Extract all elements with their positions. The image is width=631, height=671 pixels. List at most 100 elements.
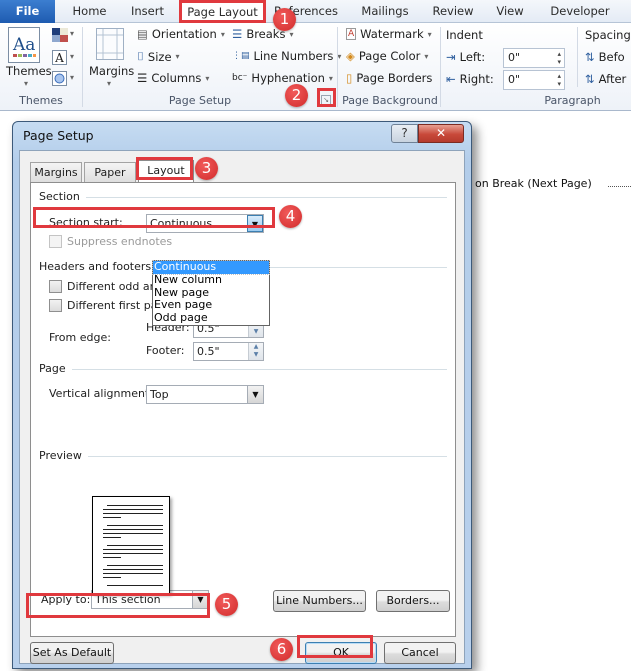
dialog-tab-paper[interactable]: Paper bbox=[84, 162, 136, 183]
spacing-before-label: ⇅ Befo bbox=[585, 50, 625, 64]
chevron-down-icon: ▾ bbox=[70, 29, 75, 38]
preview-line bbox=[103, 513, 163, 514]
dialog-title: Page Setup bbox=[23, 128, 94, 143]
preview-line bbox=[107, 545, 163, 546]
step-badge-6: 6 bbox=[270, 638, 293, 661]
tab-review[interactable]: Review bbox=[428, 0, 478, 23]
preview-line bbox=[103, 517, 121, 518]
annotation-box-5 bbox=[26, 593, 210, 618]
group-separator bbox=[337, 27, 338, 107]
line-numbers-icon: ⋮▤ bbox=[232, 51, 250, 61]
borders-button[interactable]: Borders... bbox=[376, 590, 450, 612]
theme-colors-icon[interactable] bbox=[52, 28, 68, 42]
tab-file[interactable]: File bbox=[0, 0, 55, 23]
indent-left-label: ⇥ Left: bbox=[446, 50, 486, 64]
annotation-box-2 bbox=[317, 88, 336, 107]
chevron-down-icon: ▾ bbox=[427, 29, 432, 39]
chevron-down-icon: ▾ bbox=[205, 73, 210, 83]
different-odd-even-checkbox[interactable] bbox=[49, 280, 62, 293]
preview-line bbox=[103, 577, 121, 578]
spacing-before-icon: ⇅ bbox=[585, 50, 595, 64]
footer-distance-label: Footer: bbox=[146, 344, 185, 357]
group-label-page-setup: Page Setup bbox=[168, 94, 232, 107]
close-button[interactable]: ✕ bbox=[418, 124, 464, 143]
svg-text:Aa: Aa bbox=[12, 35, 35, 55]
tab-home[interactable]: Home bbox=[62, 0, 117, 23]
cancel-button[interactable]: Cancel bbox=[384, 642, 456, 664]
orientation-button[interactable]: ▤ Orientation ▾ bbox=[137, 27, 225, 41]
tab-mailings[interactable]: Mailings bbox=[355, 0, 415, 23]
step-badge-4: 4 bbox=[279, 205, 302, 228]
set-as-default-button[interactable]: Set As Default bbox=[30, 642, 114, 664]
annotation-box-1 bbox=[179, 0, 266, 23]
preview-header: Preview bbox=[39, 449, 88, 462]
columns-button[interactable]: ☰ Columns ▾ bbox=[137, 71, 209, 85]
indent-right-input[interactable]: 0" ▴ ▾ bbox=[503, 70, 565, 90]
vertical-alignment-select[interactable]: Top ▼ bbox=[146, 385, 264, 404]
step-badge-3: 3 bbox=[195, 157, 218, 180]
preview-line bbox=[107, 585, 163, 586]
margins-icon[interactable] bbox=[96, 28, 124, 60]
themes-button[interactable]: Aa bbox=[8, 27, 40, 63]
size-button[interactable]: ⌷ Size ▾ bbox=[137, 49, 180, 64]
chevron-down-icon: ▾ bbox=[220, 29, 225, 39]
hyphenation-icon: bc⁻ bbox=[232, 73, 248, 83]
annotation-box-4 bbox=[33, 207, 275, 228]
footer-distance-input[interactable]: 0.5" ▲ ▼ bbox=[193, 342, 264, 361]
help-button[interactable]: ? bbox=[391, 124, 418, 143]
page-color-button[interactable]: ◈ Page Color ▾ bbox=[346, 49, 428, 63]
chevron-down-icon: ▾ bbox=[424, 51, 429, 61]
spacing-after-icon: ⇅ bbox=[585, 72, 595, 86]
section-header: Section bbox=[39, 190, 86, 203]
ribbon-tab-bar: File Home Insert Page Layout References … bbox=[0, 0, 631, 24]
dropdown-option-continuous[interactable]: Continuous bbox=[152, 260, 270, 275]
indent-right-label: ⇤ Right: bbox=[446, 72, 494, 86]
headers-footers-header: Headers and footers bbox=[39, 260, 158, 273]
themes-label[interactable]: Themes bbox=[6, 64, 52, 78]
page-borders-button[interactable]: ▯ Page Borders bbox=[346, 71, 432, 85]
margins-button[interactable]: Margins bbox=[89, 64, 134, 78]
help-icon: ? bbox=[401, 126, 408, 140]
chevron-down-icon: ▾ bbox=[328, 73, 333, 83]
line-numbers-button[interactable]: ⋮▤ Line Numbers ▾ bbox=[232, 49, 341, 63]
preview-line bbox=[103, 569, 163, 570]
themes-icon: Aa bbox=[12, 35, 36, 57]
annotation-box-6 bbox=[297, 635, 373, 658]
tab-insert[interactable]: Insert bbox=[120, 0, 175, 23]
divider bbox=[39, 369, 447, 370]
dropdown-option-odd-page[interactable]: Odd page bbox=[153, 311, 269, 325]
preview-line bbox=[103, 529, 163, 530]
line-numbers-dialog-button[interactable]: Line Numbers... bbox=[273, 590, 366, 612]
chevron-down-icon: ▾ bbox=[24, 79, 29, 88]
preview-line bbox=[103, 533, 163, 534]
annotation-box-3 bbox=[136, 157, 193, 180]
tab-view[interactable]: View bbox=[490, 0, 530, 23]
page-color-icon: ◈ bbox=[346, 49, 355, 63]
dialog-tab-margins[interactable]: Margins bbox=[30, 162, 82, 183]
section-break-marker: on Break (Next Page) bbox=[475, 177, 592, 190]
different-first-page-checkbox[interactable] bbox=[49, 299, 62, 312]
tab-developer[interactable]: Developer bbox=[545, 0, 615, 23]
theme-effects-icon[interactable] bbox=[52, 71, 67, 86]
vertical-alignment-label: Vertical alignment: bbox=[49, 387, 153, 400]
page-borders-icon: ▯ bbox=[346, 71, 353, 85]
ribbon: Aa Themes ▾ ▾ A ▾ ▾ Themes Margins ▾ ▤ O… bbox=[0, 23, 631, 111]
spin-buttons[interactable]: ▴ ▾ bbox=[557, 72, 561, 88]
preview-line bbox=[103, 537, 121, 538]
indent-header: Indent bbox=[446, 28, 483, 42]
chevron-down-icon[interactable]: ▼ bbox=[247, 386, 263, 403]
group-separator bbox=[82, 27, 83, 107]
from-edge-label: From edge: bbox=[49, 331, 111, 344]
suppress-endnotes-checkbox[interactable] bbox=[49, 235, 62, 248]
theme-fonts-icon[interactable]: A bbox=[52, 50, 67, 65]
dropdown-option-new-column[interactable]: New column bbox=[153, 273, 269, 287]
group-label-themes: Themes bbox=[19, 94, 63, 107]
spin-buttons[interactable]: ▴ ▾ bbox=[557, 50, 561, 66]
chevron-down-icon: ▾ bbox=[175, 52, 180, 61]
watermark-button[interactable]: A Watermark ▾ bbox=[346, 27, 432, 41]
preview-line bbox=[103, 553, 163, 554]
hyphenation-button[interactable]: bc⁻ Hyphenation ▾ bbox=[232, 71, 333, 85]
spin-buttons[interactable]: ▲▼ bbox=[248, 343, 263, 360]
indent-left-icon: ⇥ bbox=[446, 50, 456, 64]
indent-left-input[interactable]: 0" ▴ ▾ bbox=[503, 48, 565, 68]
